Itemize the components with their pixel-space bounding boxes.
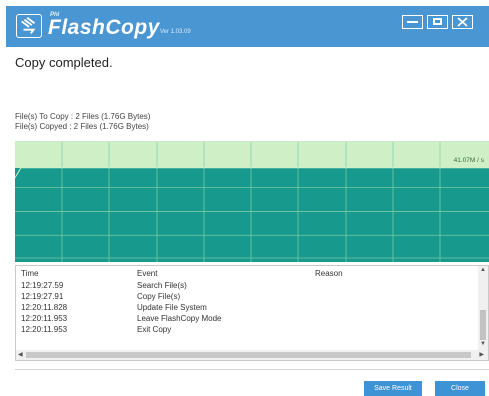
log-time: 12:19:27.59 — [21, 281, 64, 290]
log-time: 12:19:27.91 — [21, 292, 64, 301]
maximize-button[interactable] — [427, 15, 448, 29]
log-row[interactable]: 12:19:27.91 Copy File(s) — [21, 292, 471, 302]
log-event: Copy File(s) — [137, 292, 181, 301]
scroll-down-icon[interactable]: ▼ — [480, 341, 486, 347]
scroll-left-icon[interactable]: ◀ — [18, 351, 23, 358]
save-result-button[interactable]: Save Result — [364, 381, 422, 396]
log-row[interactable]: 12:20:11.953 Exit Copy — [21, 325, 471, 335]
transfer-speed-label: 41.07M / s — [453, 157, 484, 164]
files-to-copy: File(s) To Copy : 2 Files (1.76G Bytes) — [15, 112, 151, 121]
scroll-right-icon[interactable]: ▶ — [479, 351, 484, 358]
log-row[interactable]: 12:20:11.828 Update File System — [21, 303, 471, 313]
log-time: 12:20:11.828 — [21, 303, 68, 312]
column-time: Time — [21, 269, 39, 278]
vertical-scroll-thumb[interactable] — [480, 310, 486, 340]
maximize-icon — [433, 18, 442, 25]
minimize-icon — [407, 21, 418, 23]
app-version: Ver 1.03.09 — [160, 29, 191, 35]
log-time: 12:20:11.953 — [21, 314, 68, 323]
close-icon — [457, 17, 468, 27]
log-event: Exit Copy — [137, 325, 172, 334]
log-row[interactable]: 12:19:27.59 Search File(s) — [21, 281, 471, 291]
close-button[interactable]: Close — [435, 381, 485, 396]
app-logo-icon — [16, 14, 42, 38]
title-bar[interactable]: Phi FlashCopy Ver 1.03.09 — [6, 6, 489, 47]
minimize-button[interactable] — [402, 15, 423, 29]
column-event: Event — [137, 269, 158, 278]
transfer-speed-chart: 41.07M / s — [15, 141, 489, 262]
footer-divider — [15, 369, 489, 370]
chart-grid — [15, 142, 489, 262]
log-row[interactable]: 12:20:11.953 Leave FlashCopy Mode — [21, 314, 471, 324]
log-time: 12:20:11.953 — [21, 325, 68, 334]
log-header: Time Event Reason — [21, 269, 471, 279]
column-reason: Reason — [315, 269, 343, 278]
log-vertical-scrollbar[interactable]: ▲ ▼ — [478, 266, 488, 350]
app-title: FlashCopy — [48, 16, 160, 39]
log-event: Leave FlashCopy Mode — [137, 314, 222, 323]
event-log[interactable]: Time Event Reason 12:19:27.59 Search Fil… — [15, 265, 489, 361]
window-close-button[interactable] — [452, 15, 473, 29]
log-event: Search File(s) — [137, 281, 187, 290]
files-copied: File(s) Copyed : 2 Files (1.76G Bytes) — [15, 122, 149, 131]
log-event: Update File System — [137, 303, 207, 312]
scroll-up-icon[interactable]: ▲ — [480, 267, 486, 273]
horizontal-scroll-thumb[interactable] — [26, 352, 471, 358]
log-horizontal-scrollbar[interactable]: ◀ ▶ — [16, 350, 488, 360]
copy-status: Copy completed. — [15, 55, 113, 70]
